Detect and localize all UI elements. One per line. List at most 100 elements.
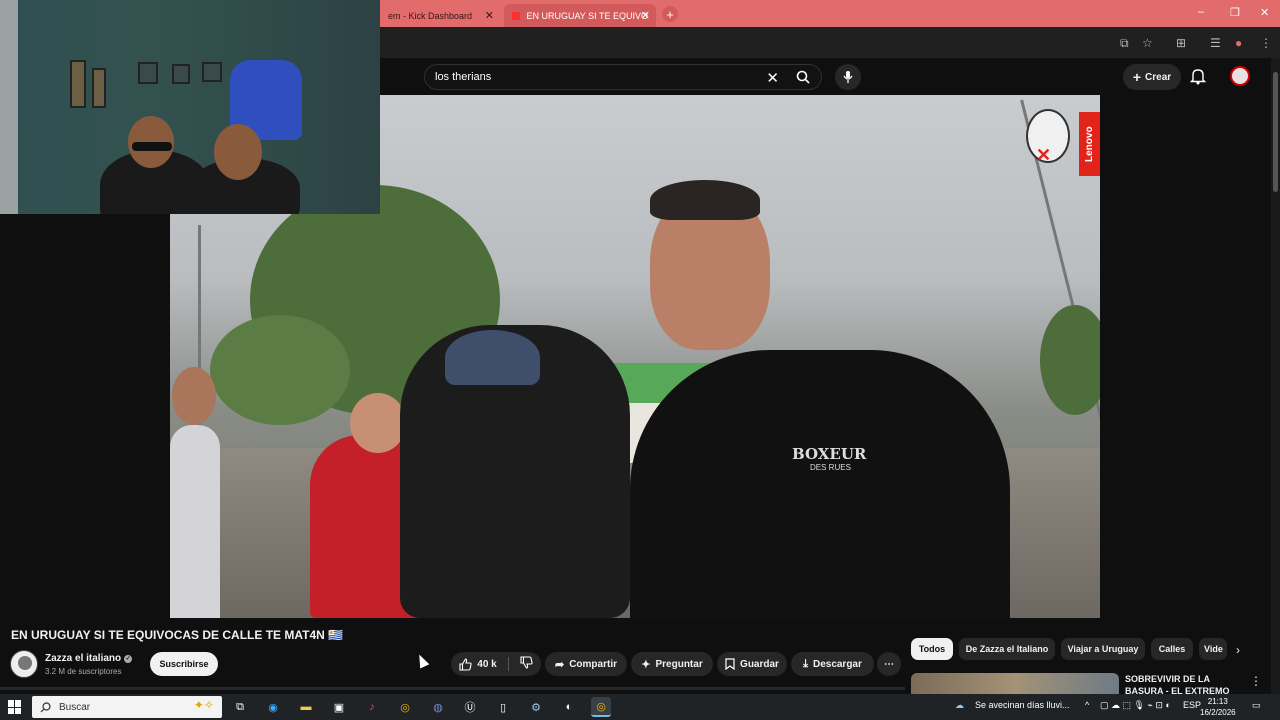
unreal-icon[interactable]: Ⓤ bbox=[460, 697, 480, 717]
reading-list-icon[interactable]: ☰ bbox=[1210, 36, 1221, 50]
notification-center-icon[interactable]: ▭ bbox=[1252, 700, 1261, 711]
channel-avatar[interactable] bbox=[10, 650, 38, 678]
webcam-overlay bbox=[0, 0, 380, 214]
host-hair bbox=[650, 180, 760, 220]
person-red-jacket-head bbox=[350, 393, 406, 453]
boy-white-shirt bbox=[170, 425, 220, 618]
chip-videos[interactable]: Vide bbox=[1199, 638, 1227, 660]
minimize-icon[interactable]: – bbox=[1198, 6, 1204, 18]
recommended-video-thumbnail[interactable] bbox=[911, 673, 1119, 695]
thumbs-down-icon bbox=[520, 656, 533, 669]
subscribe-button[interactable]: Suscribirse bbox=[150, 652, 218, 676]
app-icon[interactable]: ▣ bbox=[329, 697, 349, 717]
profile-icon[interactable]: ● bbox=[1235, 36, 1242, 50]
browser-toolbar: ⧉ ☆ ⊞ ☰ ● ⋮ bbox=[380, 27, 1280, 58]
notifications-button[interactable] bbox=[1189, 67, 1207, 90]
download-label: Descargar bbox=[812, 658, 862, 670]
create-button[interactable]: + Crear bbox=[1123, 64, 1181, 90]
blue-cap bbox=[445, 330, 540, 385]
close-window-icon[interactable]: ✕ bbox=[1260, 6, 1269, 19]
save-button[interactable]: Guardar bbox=[717, 652, 787, 676]
tray-apps-icon[interactable]: ▢ ☁ ⬚ 🎙 ⌁ ⊡ ◐ bbox=[1100, 700, 1171, 711]
weather-icon: ☁ bbox=[955, 700, 964, 710]
tab-label: em - Kick Dashboard bbox=[388, 10, 473, 21]
bookmark-star-icon[interactable]: ☆ bbox=[1142, 36, 1153, 50]
chip-de-zazza[interactable]: De Zazza el Italiano bbox=[959, 638, 1055, 660]
more-icon: ⋯ bbox=[884, 658, 894, 670]
tree bbox=[210, 315, 350, 425]
host-black-tshirt bbox=[630, 350, 1010, 618]
weather-text[interactable]: Se avecinan días lluvi... bbox=[975, 700, 1070, 710]
taskbar-search[interactable]: Buscar ✦✧ bbox=[32, 696, 222, 718]
search-button[interactable] bbox=[785, 65, 821, 89]
left-background bbox=[0, 214, 170, 618]
browser-tab-bar: em - Kick Dashboard ✕ EN URUGUAY SI TE E… bbox=[380, 0, 1280, 27]
like-button[interactable]: 40 k bbox=[459, 657, 497, 671]
streamer-right-head bbox=[214, 124, 262, 180]
task-view-icon[interactable]: ⧉ bbox=[230, 697, 250, 717]
divider-line bbox=[0, 687, 905, 690]
divider bbox=[507, 657, 509, 671]
wall-frame bbox=[172, 64, 190, 84]
more-actions-button[interactable]: ⋯ bbox=[877, 652, 901, 676]
taskbar-clock[interactable]: 21:13 16/2/2026 bbox=[1200, 696, 1236, 718]
search-box[interactable]: los therians ✕ bbox=[424, 64, 822, 90]
tray-chevron-icon[interactable]: ^ bbox=[1085, 700, 1089, 710]
tab-close-icon[interactable]: ✕ bbox=[641, 9, 650, 22]
ask-label: Preguntar bbox=[655, 658, 703, 670]
windows-start-icon[interactable] bbox=[8, 700, 22, 714]
chip-calles[interactable]: Calles bbox=[1151, 638, 1193, 660]
account-avatar[interactable] bbox=[1230, 66, 1250, 86]
tab-kick-dashboard[interactable]: em - Kick Dashboard ✕ bbox=[380, 4, 500, 27]
shirt-logo-text: BOXEUR bbox=[792, 445, 867, 463]
language-indicator[interactable]: ESP bbox=[1183, 700, 1201, 710]
filter-chips: Todos De Zazza el Italiano Viajar a Urug… bbox=[911, 638, 1251, 662]
sponsor-logo: Lenovo bbox=[1079, 112, 1100, 176]
windows-taskbar: Buscar ✦✧ ⧉ ◉ ▬ ▣ ♪ ◎ ◍ Ⓤ ▯ ⚙ ◐ ◎ ☁ Se a… bbox=[0, 694, 1280, 720]
shirt-logo-subtext: DES RUES bbox=[810, 463, 851, 472]
microphone-icon bbox=[843, 71, 853, 83]
chrome-icon[interactable]: ◎ bbox=[395, 697, 415, 717]
share-button[interactable]: ➦ Compartir bbox=[545, 652, 627, 676]
tab-youtube-video[interactable]: EN URUGUAY SI TE EQUIVO ✕ bbox=[504, 4, 656, 27]
install-app-icon[interactable]: ⧉ bbox=[1120, 36, 1129, 51]
dislike-button[interactable] bbox=[520, 656, 533, 672]
door bbox=[0, 0, 18, 214]
tab-close-icon[interactable]: ✕ bbox=[485, 9, 494, 22]
notepad-icon[interactable]: ▯ bbox=[493, 697, 513, 717]
video-title: EN URUGUAY SI TE EQUIVOCAS DE CALLE TE M… bbox=[11, 628, 344, 642]
wall-frame bbox=[138, 62, 158, 84]
steam-icon[interactable]: ⚙ bbox=[526, 697, 546, 717]
like-count: 40 k bbox=[477, 658, 497, 670]
discord-icon[interactable]: ◍ bbox=[428, 697, 448, 717]
extensions-icon[interactable]: ⊞ bbox=[1176, 36, 1186, 50]
download-button[interactable]: ⤓ Descargar bbox=[791, 652, 874, 676]
file-explorer-icon[interactable]: ▬ bbox=[296, 697, 316, 717]
recommended-video-title[interactable]: SOBREVIVIR DE LA BASURA - EL EXTREMO CON… bbox=[1125, 673, 1249, 695]
clock-time: 21:13 bbox=[1207, 697, 1228, 706]
search-input[interactable]: los therians bbox=[435, 71, 491, 83]
chip-todos[interactable]: Todos bbox=[911, 638, 953, 660]
browser-menu-icon[interactable]: ⋮ bbox=[1260, 36, 1272, 50]
tiktok-icon[interactable]: ♪ bbox=[362, 697, 382, 717]
tab-label: EN URUGUAY SI TE EQUIVO bbox=[526, 10, 648, 21]
clock-date: 16/2/2026 bbox=[1200, 708, 1236, 717]
watermark-x-icon: ✕ bbox=[1036, 145, 1052, 165]
scrollbar-thumb[interactable] bbox=[1273, 72, 1278, 192]
ask-button[interactable]: ✦ Preguntar bbox=[631, 652, 713, 676]
chevron-right-icon[interactable]: › bbox=[1236, 643, 1240, 657]
channel-name: Zazza el italiano bbox=[45, 653, 122, 664]
clear-search-icon[interactable]: ✕ bbox=[766, 69, 779, 87]
recommendation-menu-icon[interactable]: ⋮ bbox=[1250, 674, 1262, 688]
page-scrollbar[interactable] bbox=[1271, 58, 1280, 694]
save-label: Guardar bbox=[740, 658, 779, 670]
restore-icon[interactable]: ❐ bbox=[1230, 6, 1240, 19]
obs-icon[interactable]: ◐ bbox=[559, 697, 579, 717]
edge-icon[interactable]: ◉ bbox=[263, 697, 283, 717]
new-tab-button[interactable]: + bbox=[662, 6, 678, 22]
chrome-active-icon[interactable]: ◎ bbox=[591, 697, 611, 717]
chip-viajar-a-uruguay[interactable]: Viajar a Uruguay bbox=[1061, 638, 1145, 660]
voice-search-button[interactable] bbox=[835, 64, 861, 90]
channel-name-link[interactable]: Zazza el italiano ✓ bbox=[45, 653, 133, 664]
share-label: Compartir bbox=[569, 658, 617, 670]
